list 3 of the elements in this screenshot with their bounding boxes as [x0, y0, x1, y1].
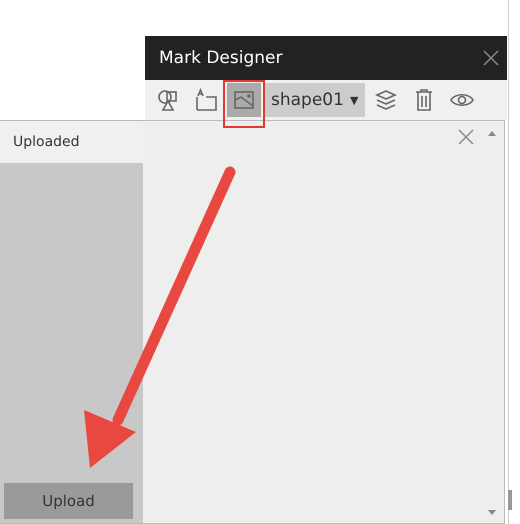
window-title: Mark Designer	[159, 48, 282, 68]
shape-dropdown[interactable]: shape01 ▼	[265, 83, 365, 117]
upload-button[interactable]: Upload	[4, 483, 133, 519]
